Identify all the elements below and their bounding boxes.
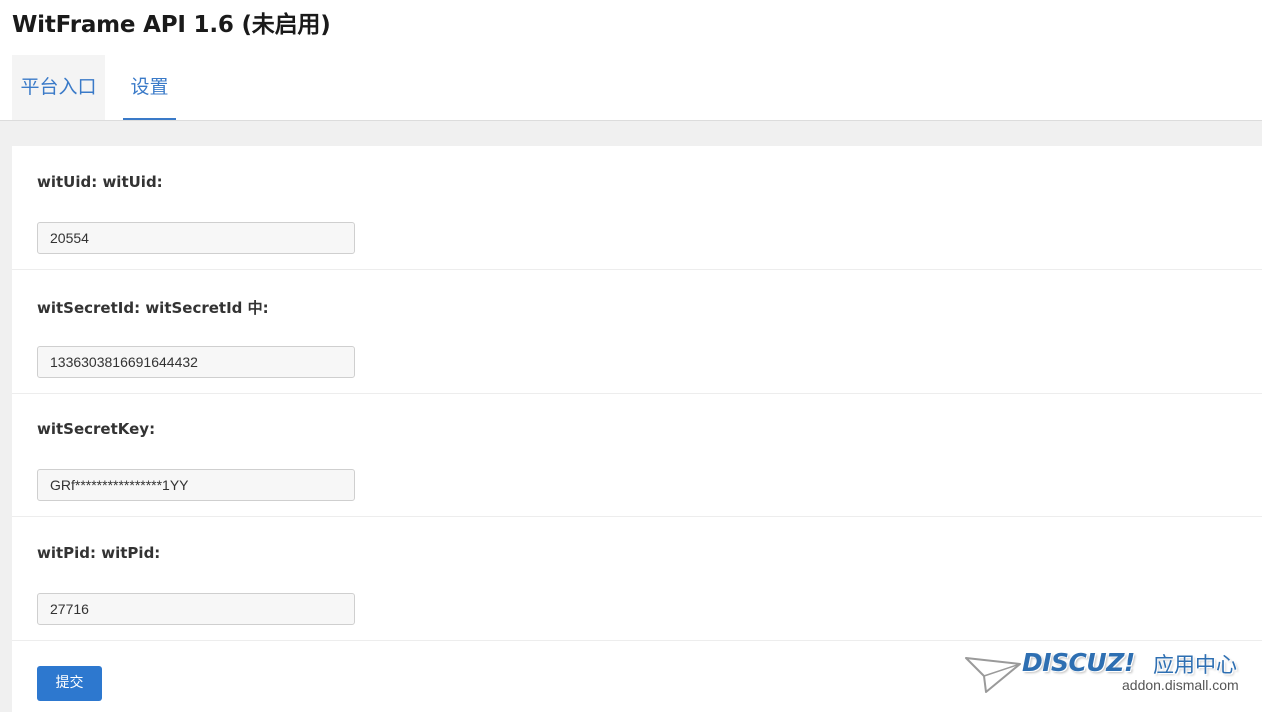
settings-form: witUid: witUid: 20554 witSecretId: witSe… [12, 146, 1262, 712]
tab-settings[interactable]: 设置 [123, 55, 176, 120]
tab-platform-entry[interactable]: 平台入口 [12, 55, 105, 120]
watermark-cn-text: 应用中心 [1153, 653, 1237, 677]
witpid-input[interactable]: 27716 [37, 593, 355, 625]
witsecretkey-input[interactable]: GRf****************1YY [37, 469, 355, 501]
field-label: witUid: witUid: [37, 173, 163, 191]
watermark-url: addon.dismall.com [1122, 677, 1239, 693]
field-label: witPid: witPid: [37, 544, 161, 562]
wituid-input[interactable]: 20554 [37, 222, 355, 254]
page-title: WitFrame API 1.6 (未启用) [12, 12, 331, 38]
paper-plane-icon [965, 657, 1021, 693]
row-divider [12, 640, 1262, 641]
witsecretid-input[interactable]: 1336303816691644432 [37, 346, 355, 378]
field-label: witSecretId: witSecretId 中: [37, 299, 269, 317]
form-row-witpid: witPid: witPid: 27716 [12, 517, 1262, 641]
tab-settings-label: 设置 [130, 76, 169, 98]
form-row-witsecretkey: witSecretKey: GRf****************1YY [12, 393, 1262, 517]
form-row-witsecretid: witSecretId: witSecretId 中: 133630381669… [12, 270, 1262, 394]
discuz-watermark: DISCUZ! 应用中心 addon.dismall.com [964, 648, 1254, 698]
form-row-wituid: witUid: witUid: 20554 [12, 146, 1262, 270]
watermark-brand: DISCUZ! [1022, 648, 1135, 677]
field-label: witSecretKey: [37, 420, 156, 438]
submit-button[interactable]: 提交 [37, 666, 102, 701]
